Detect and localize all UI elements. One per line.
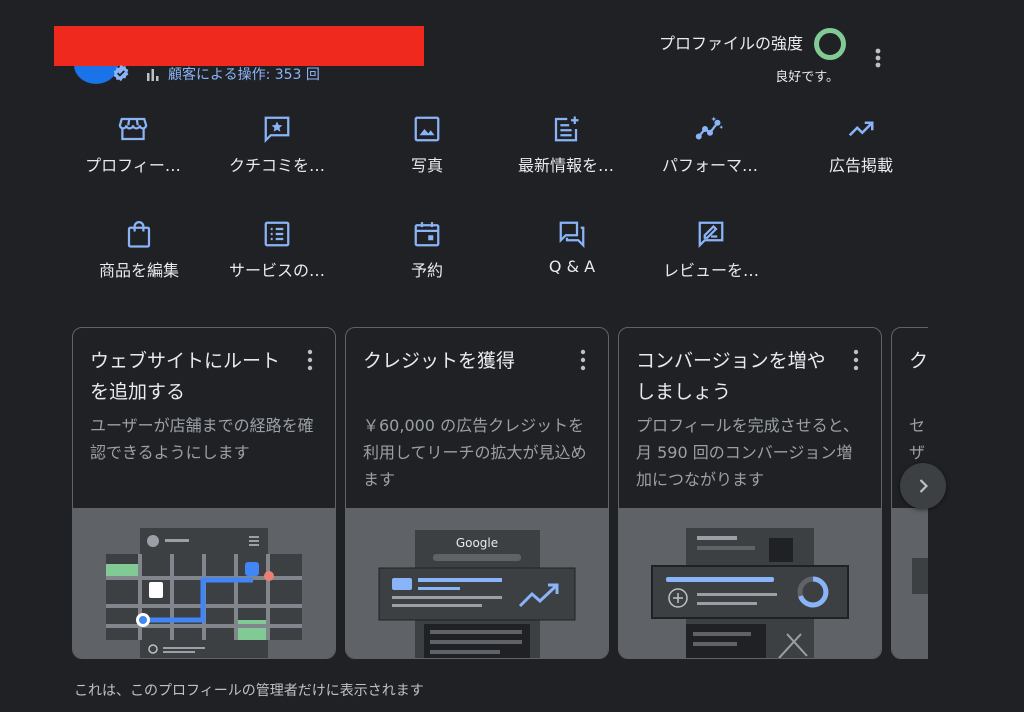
post-add-icon xyxy=(554,116,579,142)
list-alt-icon xyxy=(264,221,290,247)
action-bookings[interactable]: 予約 xyxy=(357,219,497,281)
action-label: 予約 xyxy=(410,261,443,280)
action-label: パフォーマ… xyxy=(661,156,758,175)
redacted-business-name xyxy=(54,26,424,66)
suggestion-card-website-route[interactable]: ウェブサイトにルートを追加する ユーザーが店舗までの経路を確認できるようにします xyxy=(72,327,336,659)
rate-review-icon xyxy=(698,221,724,248)
action-label: 商品を編集 xyxy=(98,261,179,280)
action-label: サービスの… xyxy=(228,261,325,280)
card-description: プロフィールを完成させると、月 590 回のコンバージョン増加につながります xyxy=(636,416,860,489)
star-review-icon xyxy=(264,116,290,143)
profile-strength-label: プロファイルの強度 xyxy=(658,34,803,53)
action-label: Q & A xyxy=(548,257,596,276)
image-icon xyxy=(414,116,440,142)
more-vert-icon[interactable] xyxy=(578,348,588,372)
bar-chart-icon xyxy=(147,69,159,81)
action-label: クチコミを… xyxy=(228,156,325,175)
action-qa[interactable]: Q & A xyxy=(502,219,642,276)
action-edit-profile[interactable]: プロフィー… xyxy=(63,114,203,176)
verified-badge-icon xyxy=(113,64,129,82)
card-title: コンバージョンを増やしましょう xyxy=(636,350,826,403)
trending-up-icon xyxy=(848,121,874,137)
card-title: クレジットを獲得 xyxy=(363,350,516,372)
profile-strength-status: 良好です。 xyxy=(775,70,839,85)
storefront-icon xyxy=(118,117,148,141)
action-get-reviews[interactable]: クチコミを… xyxy=(207,114,347,176)
profile-completion-illustration xyxy=(619,508,881,658)
card-title: ク xyxy=(909,350,928,372)
action-services[interactable]: サービスの… xyxy=(207,219,347,281)
more-vert-icon[interactable] xyxy=(851,348,861,372)
action-label: 写真 xyxy=(410,156,443,175)
card-description: ユーザーが店舗までの経路を確認できるようにします xyxy=(90,416,314,462)
card-description: セザ xyxy=(909,416,926,462)
more-vert-icon[interactable] xyxy=(868,44,888,72)
map-route-illustration xyxy=(73,508,335,658)
action-photos[interactable]: 写真 xyxy=(357,114,497,176)
customer-interactions[interactable]: 顧客による操作: 353 回 xyxy=(146,64,320,84)
shopping-bag-icon xyxy=(127,221,151,248)
action-label: レビューを… xyxy=(662,261,759,280)
admin-visibility-note: これは、このプロフィールの管理者だけに表示されます xyxy=(74,683,424,699)
action-label: 広告掲載 xyxy=(828,156,893,175)
chevron-right-icon xyxy=(919,479,929,493)
suggestion-card-conversions[interactable]: コンバージョンを増やしましょう プロフィールを完成させると、月 590 回のコン… xyxy=(618,327,882,659)
google-logo-text: Google xyxy=(456,536,498,550)
question-answer-icon xyxy=(559,221,585,248)
partial-illustration xyxy=(892,508,928,658)
action-add-update[interactable]: 最新情報を… xyxy=(496,114,636,176)
card-title: ウェブサイトにルートを追加する xyxy=(90,350,281,403)
action-edit-products[interactable]: 商品を編集 xyxy=(69,219,209,281)
suggestion-card-get-credit[interactable]: クレジットを獲得 ￥60,000 の広告クレジットを利用してリーチの拡大が見込め… xyxy=(345,327,609,659)
insights-icon xyxy=(695,116,724,140)
profile-strength-ring[interactable] xyxy=(812,26,848,62)
action-label: 最新情報を… xyxy=(517,156,614,175)
more-vert-icon[interactable] xyxy=(305,348,315,372)
interactions-text: 顧客による操作: 353 回 xyxy=(168,67,320,83)
carousel-next-button[interactable] xyxy=(900,463,946,509)
action-advertise[interactable]: 広告掲載 xyxy=(791,114,931,176)
action-performance[interactable]: パフォーマ… xyxy=(640,114,780,176)
action-review[interactable]: レビューを… xyxy=(641,219,781,281)
calendar-icon xyxy=(414,222,440,247)
action-label: プロフィー… xyxy=(85,156,181,175)
card-description: ￥60,000 の広告クレジットを利用してリーチの拡大が見込めます xyxy=(363,416,587,489)
google-ad-illustration: Google xyxy=(346,508,608,658)
